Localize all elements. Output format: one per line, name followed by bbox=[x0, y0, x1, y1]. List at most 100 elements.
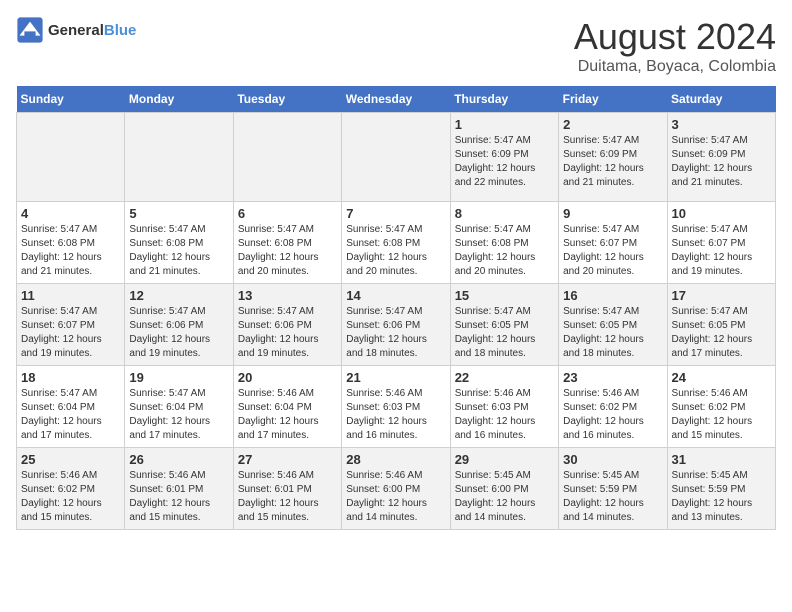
day-number: 3 bbox=[672, 117, 771, 132]
calendar-cell: 20 Sunrise: 5:46 AM Sunset: 6:04 PM Dayli… bbox=[233, 366, 341, 448]
day-number: 15 bbox=[455, 288, 554, 303]
day-info: Sunrise: 5:47 AM Sunset: 6:08 PM Dayligh… bbox=[455, 223, 554, 279]
header-thursday: Thursday bbox=[450, 86, 558, 113]
calendar-cell: 9 Sunrise: 5:47 AM Sunset: 6:07 PM Daylig… bbox=[559, 202, 667, 284]
day-number: 14 bbox=[346, 288, 445, 303]
calendar-cell bbox=[342, 113, 450, 202]
calendar-week-5: 25 Sunrise: 5:46 AM Sunset: 6:02 PM Dayli… bbox=[17, 448, 776, 530]
day-info: Sunrise: 5:47 AM Sunset: 6:06 PM Dayligh… bbox=[346, 305, 445, 361]
calendar-cell: 15 Sunrise: 5:47 AM Sunset: 6:05 PM Dayli… bbox=[450, 284, 558, 366]
calendar-cell: 27 Sunrise: 5:46 AM Sunset: 6:01 PM Dayli… bbox=[233, 448, 341, 530]
day-number: 11 bbox=[21, 288, 120, 303]
day-number: 1 bbox=[455, 117, 554, 132]
header-friday: Friday bbox=[559, 86, 667, 113]
calendar-cell: 17 Sunrise: 5:47 AM Sunset: 6:05 PM Dayli… bbox=[667, 284, 775, 366]
calendar-cell: 2 Sunrise: 5:47 AM Sunset: 6:09 PM Daylig… bbox=[559, 113, 667, 202]
day-number: 16 bbox=[563, 288, 662, 303]
calendar-cell: 22 Sunrise: 5:46 AM Sunset: 6:03 PM Dayli… bbox=[450, 366, 558, 448]
header: GeneralBlue August 2024 Duitama, Boyaca,… bbox=[16, 16, 776, 76]
day-number: 22 bbox=[455, 370, 554, 385]
day-number: 4 bbox=[21, 206, 120, 221]
calendar-cell: 31Sunrise: 5:45 AM Sunset: 5:59 PM Dayli… bbox=[667, 448, 775, 530]
day-info: Sunrise: 5:46 AM Sunset: 6:02 PM Dayligh… bbox=[21, 469, 120, 525]
day-number: 27 bbox=[238, 452, 337, 467]
day-info: Sunrise: 5:46 AM Sunset: 6:04 PM Dayligh… bbox=[238, 387, 337, 443]
day-info: Sunrise: 5:46 AM Sunset: 6:02 PM Dayligh… bbox=[672, 387, 771, 443]
day-info: Sunrise: 5:46 AM Sunset: 6:00 PM Dayligh… bbox=[346, 469, 445, 525]
day-info: Sunrise: 5:47 AM Sunset: 6:06 PM Dayligh… bbox=[238, 305, 337, 361]
calendar-cell: 5Sunrise: 5:47 AM Sunset: 6:08 PM Daylig… bbox=[125, 202, 233, 284]
calendar-cell: 23 Sunrise: 5:46 AM Sunset: 6:02 PM Dayli… bbox=[559, 366, 667, 448]
day-info: Sunrise: 5:47 AM Sunset: 6:05 PM Dayligh… bbox=[563, 305, 662, 361]
calendar-week-2: 4 Sunrise: 5:47 AM Sunset: 6:08 PM Daylig… bbox=[17, 202, 776, 284]
day-number: 5 bbox=[129, 206, 228, 221]
calendar-cell: 6 Sunrise: 5:47 AM Sunset: 6:08 PM Daylig… bbox=[233, 202, 341, 284]
title-area: August 2024 Duitama, Boyaca, Colombia bbox=[574, 16, 776, 76]
day-number: 2 bbox=[563, 117, 662, 132]
day-number: 17 bbox=[672, 288, 771, 303]
calendar-week-4: 18Sunrise: 5:47 AM Sunset: 6:04 PM Dayli… bbox=[17, 366, 776, 448]
calendar-table: SundayMondayTuesdayWednesdayThursdayFrid… bbox=[16, 86, 776, 530]
day-number: 21 bbox=[346, 370, 445, 385]
day-info: Sunrise: 5:45 AM Sunset: 5:59 PM Dayligh… bbox=[563, 469, 662, 525]
day-info: Sunrise: 5:47 AM Sunset: 6:07 PM Dayligh… bbox=[672, 223, 771, 279]
day-info: Sunrise: 5:46 AM Sunset: 6:01 PM Dayligh… bbox=[129, 469, 228, 525]
header-saturday: Saturday bbox=[667, 86, 775, 113]
day-info: Sunrise: 5:46 AM Sunset: 6:02 PM Dayligh… bbox=[563, 387, 662, 443]
day-info: Sunrise: 5:45 AM Sunset: 6:00 PM Dayligh… bbox=[455, 469, 554, 525]
day-info: Sunrise: 5:47 AM Sunset: 6:07 PM Dayligh… bbox=[563, 223, 662, 279]
day-number: 7 bbox=[346, 206, 445, 221]
header-sunday: Sunday bbox=[17, 86, 125, 113]
day-info: Sunrise: 5:47 AM Sunset: 6:05 PM Dayligh… bbox=[455, 305, 554, 361]
calendar-cell: 7 Sunrise: 5:47 AM Sunset: 6:08 PM Daylig… bbox=[342, 202, 450, 284]
calendar-week-1: 1 Sunrise: 5:47 AM Sunset: 6:09 PM Daylig… bbox=[17, 113, 776, 202]
day-info: Sunrise: 5:47 AM Sunset: 6:09 PM Dayligh… bbox=[672, 134, 771, 190]
day-info: Sunrise: 5:47 AM Sunset: 6:09 PM Dayligh… bbox=[563, 134, 662, 190]
day-number: 25 bbox=[21, 452, 120, 467]
day-info: Sunrise: 5:47 AM Sunset: 6:08 PM Dayligh… bbox=[21, 223, 120, 279]
day-number: 28 bbox=[346, 452, 445, 467]
day-info: Sunrise: 5:46 AM Sunset: 6:01 PM Dayligh… bbox=[238, 469, 337, 525]
logo-text: GeneralBlue bbox=[48, 22, 136, 39]
calendar-cell: 11Sunrise: 5:47 AM Sunset: 6:07 PM Dayli… bbox=[17, 284, 125, 366]
calendar-cell: 13 Sunrise: 5:47 AM Sunset: 6:06 PM Dayli… bbox=[233, 284, 341, 366]
calendar-cell: 3 Sunrise: 5:47 AM Sunset: 6:09 PM Daylig… bbox=[667, 113, 775, 202]
calendar-cell: 24 Sunrise: 5:46 AM Sunset: 6:02 PM Dayli… bbox=[667, 366, 775, 448]
day-number: 13 bbox=[238, 288, 337, 303]
day-number: 19 bbox=[129, 370, 228, 385]
calendar-cell: 21Sunrise: 5:46 AM Sunset: 6:03 PM Dayli… bbox=[342, 366, 450, 448]
logo: GeneralBlue bbox=[16, 16, 136, 44]
calendar-cell: 30Sunrise: 5:45 AM Sunset: 5:59 PM Dayli… bbox=[559, 448, 667, 530]
day-info: Sunrise: 5:47 AM Sunset: 6:08 PM Dayligh… bbox=[346, 223, 445, 279]
calendar-cell: 14 Sunrise: 5:47 AM Sunset: 6:06 PM Dayli… bbox=[342, 284, 450, 366]
calendar-cell: 25 Sunrise: 5:46 AM Sunset: 6:02 PM Dayli… bbox=[17, 448, 125, 530]
calendar-title: August 2024 bbox=[574, 16, 776, 58]
calendar-cell: 8 Sunrise: 5:47 AM Sunset: 6:08 PM Daylig… bbox=[450, 202, 558, 284]
day-info: Sunrise: 5:47 AM Sunset: 6:08 PM Dayligh… bbox=[238, 223, 337, 279]
calendar-cell: 16 Sunrise: 5:47 AM Sunset: 6:05 PM Dayli… bbox=[559, 284, 667, 366]
day-info: Sunrise: 5:47 AM Sunset: 6:04 PM Dayligh… bbox=[21, 387, 120, 443]
day-info: Sunrise: 5:47 AM Sunset: 6:05 PM Dayligh… bbox=[672, 305, 771, 361]
calendar-cell bbox=[233, 113, 341, 202]
calendar-header-row: SundayMondayTuesdayWednesdayThursdayFrid… bbox=[17, 86, 776, 113]
day-number: 23 bbox=[563, 370, 662, 385]
day-number: 8 bbox=[455, 206, 554, 221]
day-info: Sunrise: 5:45 AM Sunset: 5:59 PM Dayligh… bbox=[672, 469, 771, 525]
day-number: 6 bbox=[238, 206, 337, 221]
calendar-cell: 18Sunrise: 5:47 AM Sunset: 6:04 PM Dayli… bbox=[17, 366, 125, 448]
logo-icon bbox=[16, 16, 44, 44]
day-info: Sunrise: 5:47 AM Sunset: 6:04 PM Dayligh… bbox=[129, 387, 228, 443]
day-info: Sunrise: 5:46 AM Sunset: 6:03 PM Dayligh… bbox=[455, 387, 554, 443]
day-info: Sunrise: 5:47 AM Sunset: 6:09 PM Dayligh… bbox=[455, 134, 554, 190]
calendar-cell bbox=[17, 113, 125, 202]
day-number: 9 bbox=[563, 206, 662, 221]
calendar-week-3: 11Sunrise: 5:47 AM Sunset: 6:07 PM Dayli… bbox=[17, 284, 776, 366]
day-number: 24 bbox=[672, 370, 771, 385]
day-number: 20 bbox=[238, 370, 337, 385]
calendar-cell: 29 Sunrise: 5:45 AM Sunset: 6:00 PM Dayli… bbox=[450, 448, 558, 530]
calendar-cell: 19 Sunrise: 5:47 AM Sunset: 6:04 PM Dayli… bbox=[125, 366, 233, 448]
calendar-cell: 4 Sunrise: 5:47 AM Sunset: 6:08 PM Daylig… bbox=[17, 202, 125, 284]
calendar-subtitle: Duitama, Boyaca, Colombia bbox=[574, 58, 776, 76]
day-info: Sunrise: 5:47 AM Sunset: 6:06 PM Dayligh… bbox=[129, 305, 228, 361]
day-number: 29 bbox=[455, 452, 554, 467]
